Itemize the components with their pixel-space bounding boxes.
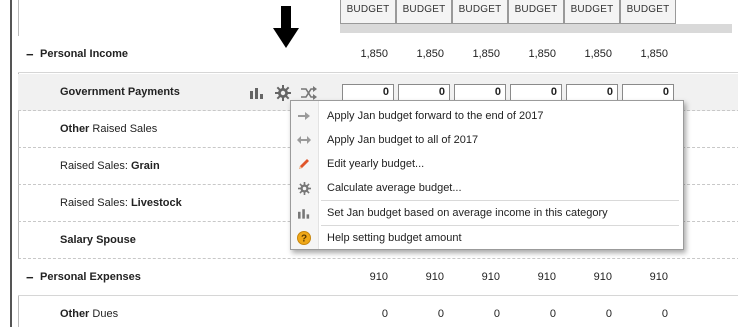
row-label: Raised Sales: Grain xyxy=(60,160,160,172)
row-label: Other Dues xyxy=(60,308,119,320)
collapse-icon[interactable]: − xyxy=(26,259,34,296)
budget-cell: 910 xyxy=(593,271,612,283)
budget-cell: 0 xyxy=(493,308,500,320)
column-header: BUDGET xyxy=(340,0,396,24)
table-row[interactable]: Other Dues 0 0 0 0 0 0 xyxy=(18,296,738,327)
budget-cell: 910 xyxy=(537,271,556,283)
budget-cell: 910 xyxy=(481,271,500,283)
budget-input[interactable]: 0 xyxy=(510,84,562,101)
group-row-personal-income[interactable]: − Personal Income 1,850 1,850 1,850 1,85… xyxy=(18,36,738,73)
menu-item-apply-all[interactable]: Apply Jan budget to all of 2017 xyxy=(291,128,683,152)
budget-cell: 1,850 xyxy=(360,48,388,60)
budget-cell: 0 xyxy=(549,308,556,320)
row-label: Government Payments xyxy=(60,86,180,98)
menu-item-help[interactable]: ? Help setting budget amount xyxy=(291,226,683,250)
help-icon: ? xyxy=(296,230,312,246)
bar-chart-icon[interactable] xyxy=(248,84,266,102)
budget-cell: 910 xyxy=(369,271,388,283)
budget-cell: 1,850 xyxy=(472,48,500,60)
budget-input[interactable]: 0 xyxy=(622,84,674,101)
budget-input[interactable]: 0 xyxy=(342,84,394,101)
budget-cell: 0 xyxy=(661,308,668,320)
group-row-personal-expenses[interactable]: − Personal Expenses 910 910 910 910 910 … xyxy=(18,259,738,296)
budget-cell: 1,850 xyxy=(584,48,612,60)
budget-cell: 0 xyxy=(437,308,444,320)
column-header: BUDGET xyxy=(396,0,452,24)
budget-input[interactable]: 0 xyxy=(454,84,506,101)
row-label: Other Raised Sales xyxy=(60,123,158,135)
row-label: Salary Spouse xyxy=(60,234,136,246)
collapse-icon[interactable]: − xyxy=(26,36,34,73)
group-label: Personal Expenses xyxy=(40,271,141,283)
budget-context-menu: Apply Jan budget forward to the end of 2… xyxy=(290,100,684,250)
svg-text:?: ? xyxy=(301,234,307,245)
budget-input[interactable]: 0 xyxy=(398,84,450,101)
pencil-icon xyxy=(296,156,312,172)
budget-cell: 1,850 xyxy=(416,48,444,60)
down-arrow-icon xyxy=(273,6,299,48)
budget-cell: 910 xyxy=(425,271,444,283)
budget-cell: 910 xyxy=(649,271,668,283)
budget-cell: 0 xyxy=(381,308,388,320)
menu-item-apply-forward[interactable]: Apply Jan budget forward to the end of 2… xyxy=(291,104,683,128)
gear-icon xyxy=(296,180,312,196)
menu-item-calculate-average[interactable]: Calculate average budget... xyxy=(291,176,683,200)
header-bar xyxy=(340,24,732,33)
group-label: Personal Income xyxy=(40,48,129,60)
bar-chart-icon xyxy=(296,205,312,221)
menu-item-set-jan-average[interactable]: Set Jan budget based on average income i… xyxy=(291,201,683,225)
row-label: Raised Sales: Livestock xyxy=(60,197,182,209)
arrow-right-icon xyxy=(296,108,312,124)
column-header: BUDGET xyxy=(564,0,620,24)
menu-item-edit-yearly[interactable]: Edit yearly budget... xyxy=(291,152,683,176)
budget-cell: 1,850 xyxy=(640,48,668,60)
column-header: BUDGET xyxy=(452,0,508,24)
arrow-both-icon xyxy=(296,132,312,148)
column-header: BUDGET xyxy=(620,0,676,24)
budget-cell: 0 xyxy=(605,308,612,320)
budget-input[interactable]: 0 xyxy=(566,84,618,101)
budget-cell: 1,850 xyxy=(528,48,556,60)
column-header: BUDGET xyxy=(508,0,564,24)
